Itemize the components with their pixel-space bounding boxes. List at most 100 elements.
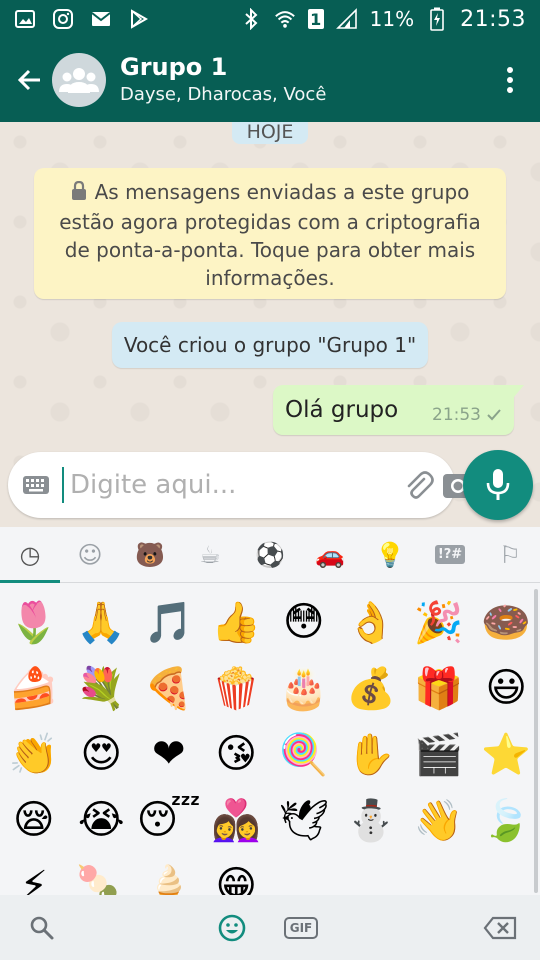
- emoji-mode-button[interactable]: [210, 906, 254, 950]
- emoji-key[interactable]: 👋: [405, 787, 473, 853]
- tab-animals[interactable]: 🐻: [128, 533, 172, 577]
- emoji-key[interactable]: 🍿: [203, 655, 271, 721]
- emoji-grid: 🌷 🙏 🎵 👍 😳 👌 🎉 🍩 🍰 💐 🍕 🍿 🎂 💰 🎁 😃 👏 😍 ❤ 😘 🍭 ✋ 🎬 ⭐ 😪 😭 😴 👩‍❤️‍👩 🕊 ⛄ 👋 🍃 ⚡ 🍡 🍦…: [0, 585, 540, 895]
- emoji-key[interactable]: 😘: [203, 721, 271, 787]
- gallery-icon: [14, 8, 36, 30]
- emoji-key[interactable]: 💐: [68, 655, 136, 721]
- lock-icon: [71, 180, 87, 208]
- status-bar: 1 11% 21:53: [0, 0, 540, 38]
- emoji-key[interactable]: ⭐: [473, 721, 540, 787]
- arrow-left-icon: [17, 69, 40, 91]
- emoji-key[interactable]: 🍭: [270, 721, 338, 787]
- emoji-key[interactable]: 🎵: [135, 589, 203, 655]
- tab-recent[interactable]: ◷: [8, 533, 52, 577]
- emoji-key[interactable]: 👏: [0, 721, 68, 787]
- tab-travel[interactable]: 🚗: [308, 533, 352, 577]
- more-vert-icon: [507, 67, 513, 93]
- date-chip: HOJE: [232, 122, 308, 144]
- cup-icon: ☕: [199, 540, 221, 569]
- message-input[interactable]: [62, 467, 394, 503]
- chat-title-block[interactable]: Grupo 1 Dayse, Dharocas, Você: [120, 52, 326, 108]
- emoji-key[interactable]: ✋: [338, 721, 406, 787]
- tab-flags[interactable]: ⚐: [488, 533, 532, 577]
- mail-icon: [90, 8, 112, 30]
- emoji-key[interactable]: 🎂: [270, 655, 338, 721]
- emoji-key[interactable]: 🎁: [405, 655, 473, 721]
- emoji-key[interactable]: 😪: [0, 787, 68, 853]
- message-text: Olá grupo: [285, 397, 399, 423]
- overflow-menu-button[interactable]: [488, 58, 532, 102]
- chat-header: Grupo 1 Dayse, Dharocas, Você: [0, 38, 540, 122]
- group-title: Grupo 1: [120, 53, 228, 81]
- attach-button[interactable]: [402, 463, 434, 507]
- emoji-key[interactable]: 😴: [135, 787, 203, 853]
- paperclip-icon: [407, 471, 434, 499]
- emoji-key[interactable]: 💰: [338, 655, 406, 721]
- emoji-bottom-bar: GIF: [0, 895, 540, 960]
- encryption-notice[interactable]: As mensagens enviadas a este grupo estão…: [34, 168, 506, 299]
- tab-smileys[interactable]: ☺: [68, 533, 112, 577]
- bear-icon: 🐻: [135, 540, 165, 569]
- emoji-search-button[interactable]: [20, 906, 64, 950]
- backspace-button[interactable]: [478, 906, 522, 950]
- battery-percent: 11%: [369, 7, 415, 31]
- outgoing-message[interactable]: Olá grupo 21:53: [273, 385, 524, 435]
- instagram-icon: [52, 8, 74, 30]
- tab-objects[interactable]: 💡: [368, 533, 412, 577]
- emoji-key[interactable]: 😍: [68, 721, 136, 787]
- emoji-key[interactable]: ⛄: [338, 787, 406, 853]
- active-tab-indicator: [0, 580, 60, 583]
- emoji-key[interactable]: 🎬: [405, 721, 473, 787]
- emoji-key[interactable]: 🍦: [135, 853, 203, 896]
- emoji-keyboard: ◷ ☺ 🐻 ☕ ⚽ 🚗 💡 !?# ⚐ 🌷 🙏 🎵 👍 😳 👌 🎉 🍩 🍰 💐 🍕 🍿 🎂 💰 🎁 😃 👏 😍 ❤ 😘 🍭 ✋ 🎬 ⭐ 😪 😭 😴 👩…: [0, 527, 540, 960]
- emoji-key[interactable]: 🙏: [68, 589, 136, 655]
- emoji-key[interactable]: 👌: [338, 589, 406, 655]
- emoji-key[interactable]: 🎉: [405, 589, 473, 655]
- flag-icon: ⚐: [499, 540, 521, 569]
- sim-icon: 1: [307, 9, 324, 29]
- emoji-key[interactable]: ❤: [135, 721, 203, 787]
- emoji-key[interactable]: 😳: [270, 589, 338, 655]
- group-avatar[interactable]: [52, 53, 106, 107]
- emoji-key[interactable]: 🍡: [68, 853, 136, 896]
- emoji-key[interactable]: 🍃: [473, 787, 540, 853]
- message-meta: 21:53: [432, 405, 502, 425]
- keyboard-icon: [23, 476, 49, 494]
- emoji-key[interactable]: 😁: [203, 853, 271, 895]
- play-store-icon: [128, 8, 150, 30]
- emoji-scrollbar[interactable]: [534, 589, 538, 893]
- battery-icon: [426, 7, 448, 31]
- emoji-key[interactable]: 😭: [68, 787, 136, 853]
- back-button[interactable]: [8, 58, 52, 102]
- emoji-key[interactable]: 🍩: [473, 589, 540, 655]
- emoji-key[interactable]: 🍰: [0, 655, 68, 721]
- emoji-key[interactable]: ⚡: [0, 853, 68, 895]
- group-avatar-icon: [59, 68, 99, 93]
- emoji-key[interactable]: 🕊: [270, 787, 338, 853]
- voice-record-button[interactable]: [463, 450, 533, 520]
- emoji-key[interactable]: 👍: [203, 589, 271, 655]
- signal-icon: [335, 8, 358, 30]
- mic-icon: [486, 469, 510, 500]
- smiley-icon: ☺: [77, 540, 103, 569]
- symbols-icon: !?#: [434, 545, 466, 564]
- soccer-ball-icon: ⚽: [255, 540, 285, 569]
- wifi-icon: [274, 8, 296, 30]
- tab-activity[interactable]: ⚽: [248, 533, 292, 577]
- emoji-icon: [218, 914, 246, 941]
- gif-mode-button[interactable]: GIF: [282, 906, 320, 950]
- message-time: 21:53: [432, 405, 481, 425]
- single-check-icon: [487, 409, 501, 421]
- gif-label: GIF: [283, 916, 319, 939]
- emoji-key[interactable]: 🍕: [135, 655, 203, 721]
- backspace-icon: [483, 916, 517, 939]
- tab-symbols[interactable]: !?#: [428, 533, 472, 577]
- emoji-key[interactable]: 🌷: [0, 589, 68, 655]
- emoji-key[interactable]: 👩‍❤️‍👩: [203, 787, 271, 853]
- keyboard-toggle-button[interactable]: [22, 467, 50, 503]
- emoji-key[interactable]: 😃: [473, 655, 540, 721]
- tab-food[interactable]: ☕: [188, 533, 232, 577]
- system-message: Você criou o grupo "Grupo 1": [112, 322, 428, 368]
- bluetooth-icon: [240, 8, 262, 30]
- car-icon: 🚗: [315, 540, 345, 569]
